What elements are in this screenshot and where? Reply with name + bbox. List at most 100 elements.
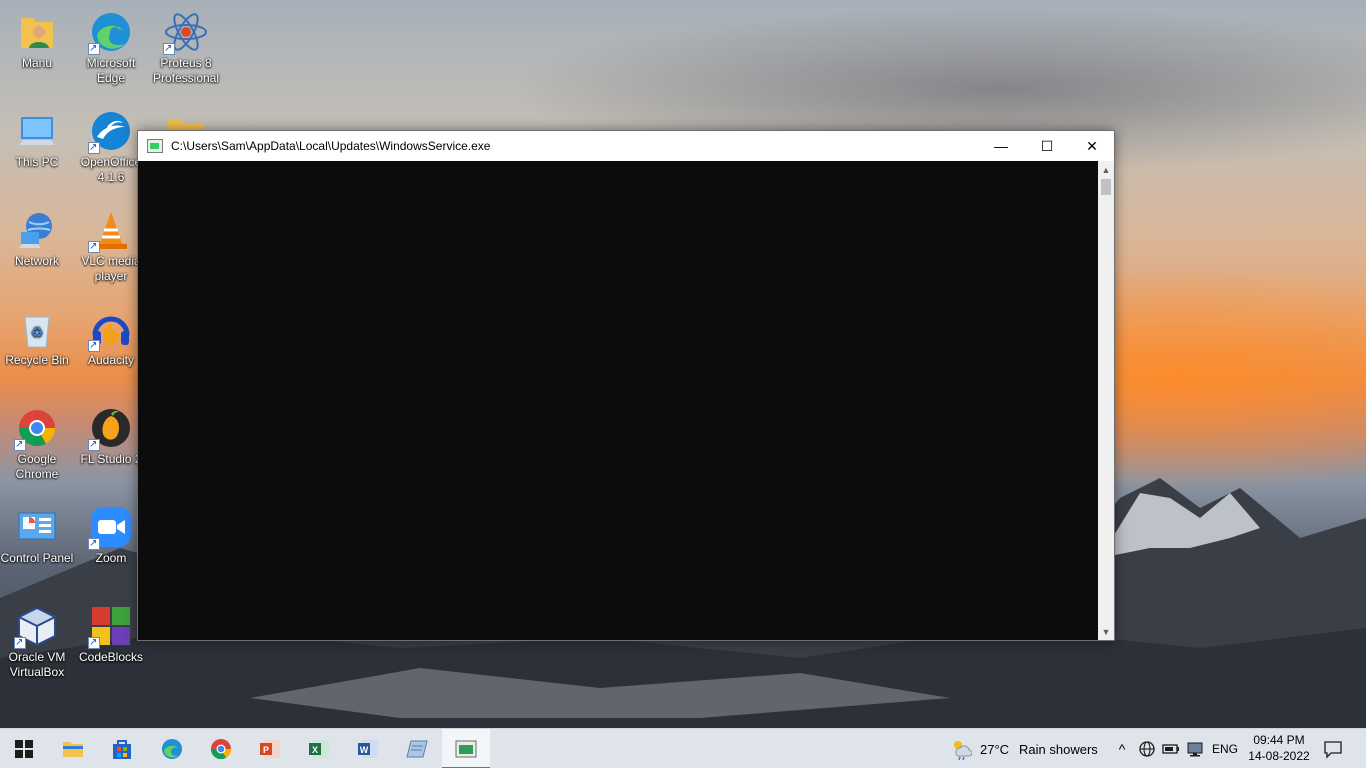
show-hidden-icons-chevron[interactable]: ^	[1113, 729, 1131, 768]
svg-text:W: W	[360, 745, 369, 755]
zoom-icon	[88, 505, 133, 551]
user-folder-icon	[15, 10, 59, 54]
folder-icon	[164, 109, 208, 131]
desktop-icon-google-chrome[interactable]: Google Chrome	[0, 398, 74, 482]
taskbar-microsoft-store[interactable]	[98, 729, 146, 768]
desktop-icon-label: Proteus 8 Professional	[152, 56, 220, 85]
chrome-icon	[14, 406, 59, 452]
taskbar-powerpoint[interactable]: P	[246, 729, 294, 768]
vlc-icon	[88, 208, 133, 254]
taskbar-file-explorer[interactable]	[49, 729, 97, 768]
desktop-icon-folder-partial[interactable]	[149, 101, 223, 131]
desktop-icon-label: Microsoft Edge	[86, 56, 136, 85]
clock-time: 09:44 PM	[1253, 733, 1305, 747]
shortcut-arrow-icon	[163, 41, 175, 56]
scroll-down-button[interactable]: ▼	[1098, 623, 1114, 640]
chrome-icon	[210, 739, 232, 760]
desktop-icon-label: OpenOffice 4.1.6	[80, 155, 142, 184]
word-icon: W	[358, 740, 378, 758]
desktop-icon-virtualbox[interactable]: Oracle VM VirtualBox	[0, 596, 74, 680]
shortcut-arrow-icon	[88, 41, 100, 56]
desktop-icon-label: Audacity	[87, 353, 135, 367]
control-panel-icon	[15, 505, 59, 549]
console-output[interactable]	[138, 161, 1098, 640]
maximize-button[interactable]: ☐	[1024, 131, 1070, 161]
desktop-icon-label: Manu	[21, 56, 53, 70]
scrollbar-thumb[interactable]	[1101, 179, 1111, 195]
display-icon[interactable]	[1186, 729, 1204, 768]
audacity-icon	[88, 307, 133, 353]
codeblocks-icon	[88, 604, 133, 650]
taskbar-chrome[interactable]	[197, 729, 245, 768]
shortcut-arrow-icon	[14, 437, 26, 452]
desktop-icon-label: Google Chrome	[15, 452, 59, 481]
folder-icon	[63, 742, 83, 757]
close-button[interactable]: ✕	[1069, 131, 1115, 161]
window-title: C:\Users\Sam\AppData\Local\Updates\Windo…	[171, 139, 491, 153]
desktop-icon-label: FL Studio 2	[80, 452, 142, 466]
desktop-icon-recycle-bin[interactable]: ♻ Recycle Bin	[0, 299, 74, 368]
desktop-icon-proteus[interactable]: Proteus 8 Professional	[149, 2, 223, 86]
start-button[interactable]	[0, 729, 48, 768]
proteus-icon	[163, 10, 208, 56]
virtualbox-icon	[14, 604, 59, 650]
taskbar-word[interactable]: W	[344, 729, 392, 768]
shortcut-arrow-icon	[88, 338, 100, 353]
taskbar-console-active[interactable]	[442, 729, 490, 768]
desktop-icon-label: Zoom	[95, 551, 127, 565]
powerpoint-icon: P	[260, 740, 280, 758]
scroll-up-button[interactable]: ▲	[1098, 161, 1114, 178]
shortcut-arrow-icon	[88, 239, 100, 254]
edge-icon	[88, 10, 133, 56]
shortcut-arrow-icon	[88, 536, 100, 551]
desktop-icon-label: Recycle Bin	[5, 353, 69, 367]
desktop-icon-this-pc[interactable]: This PC	[0, 101, 74, 170]
notes-icon	[406, 740, 428, 758]
svg-text:X: X	[312, 745, 318, 755]
weather-temperature: 27°C	[980, 741, 1010, 757]
system-clock[interactable]: 09:44 PM 14-08-2022	[1240, 732, 1318, 764]
openoffice-icon	[88, 109, 133, 155]
console-app-icon	[147, 139, 163, 153]
desktop-icon-network[interactable]: Network	[0, 200, 74, 269]
taskbar-edge[interactable]	[148, 729, 196, 768]
console-window[interactable]: C:\Users\Sam\AppData\Local\Updates\Windo…	[137, 130, 1115, 641]
svg-text:P: P	[263, 745, 269, 755]
console-app-icon	[455, 740, 477, 758]
minimize-button[interactable]: —	[978, 131, 1024, 161]
battery-icon[interactable]	[1162, 729, 1180, 768]
desktop-icon-label: Oracle VM VirtualBox	[8, 650, 66, 679]
desktop-icon-microsoft-edge[interactable]: Microsoft Edge	[74, 2, 148, 86]
input-language[interactable]: ENG	[1212, 729, 1238, 768]
store-icon	[113, 740, 131, 759]
desktop-icon-label: VLC media player	[81, 254, 141, 283]
notification-center-button[interactable]	[1320, 729, 1346, 768]
shortcut-arrow-icon	[88, 635, 100, 650]
shortcut-arrow-icon	[14, 635, 26, 650]
desktop-icon-label: CodeBlocks	[78, 650, 144, 664]
network-icon	[15, 208, 59, 252]
desktop-icon-manu[interactable]: Manu	[0, 2, 74, 71]
window-titlebar[interactable]: C:\Users\Sam\AppData\Local\Updates\Windo…	[138, 131, 1114, 161]
excel-icon: X	[309, 740, 329, 758]
taskbar: P X W 27°C Rain showers ^ ENG 09:44 PM 1…	[0, 728, 1366, 768]
clock-date: 14-08-2022	[1248, 749, 1310, 763]
windows-logo-icon	[15, 740, 33, 758]
recycle-bin-icon: ♻	[15, 307, 59, 351]
vertical-scrollbar[interactable]: ▲ ▼	[1098, 161, 1114, 640]
edge-icon	[162, 739, 182, 759]
rain-cloud-icon	[950, 738, 973, 761]
taskbar-excel[interactable]: X	[295, 729, 343, 768]
weather-description: Rain showers	[1019, 741, 1098, 757]
computer-icon	[15, 109, 59, 153]
desktop-icon-label: Control Panel	[0, 551, 74, 565]
shortcut-arrow-icon	[88, 437, 100, 452]
shortcut-arrow-icon	[88, 140, 100, 155]
svg-text:♻: ♻	[31, 324, 44, 340]
weather-widget[interactable]: 27°C Rain showers	[950, 729, 1098, 768]
network-globe-icon[interactable]	[1138, 729, 1156, 768]
fl-studio-icon	[88, 406, 133, 452]
desktop-icon-control-panel[interactable]: Control Panel	[0, 497, 74, 566]
notification-icon	[1324, 741, 1342, 759]
taskbar-notes-app[interactable]	[393, 729, 441, 768]
